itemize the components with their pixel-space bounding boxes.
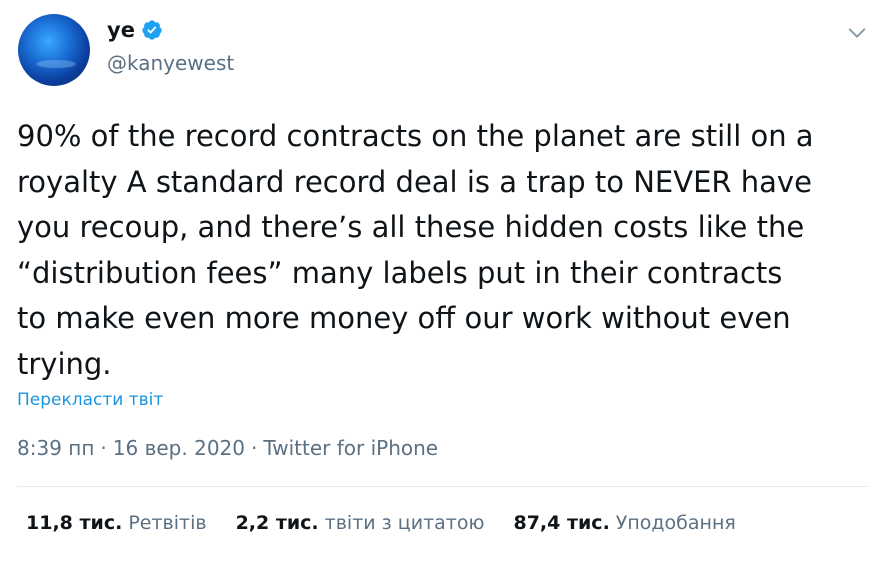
retweets-label: Ретвітів	[128, 512, 207, 534]
tweet-meta: 8:39 пп · 16 вер. 2020 · Twitter for iPh…	[17, 436, 438, 460]
tweet-line: royalty A standard record deal is a trap…	[17, 164, 812, 199]
retweets-count: 11,8 тис.	[26, 512, 123, 534]
likes-stat[interactable]: 87,4 тис. Уподобання	[513, 512, 735, 534]
meta-separator: ·	[100, 436, 107, 460]
likes-count: 87,4 тис.	[513, 512, 610, 534]
retweets-stat[interactable]: 11,8 тис. Ретвітів	[26, 512, 207, 534]
author-name-row: ye	[107, 18, 163, 42]
chevron-down-icon[interactable]	[846, 22, 868, 44]
quote-tweets-count: 2,2 тис.	[235, 512, 319, 534]
tweet-line: 90% of the record contracts on the plane…	[17, 119, 814, 153]
tweet-line: you recoup, and there’s all these hidden…	[17, 210, 805, 244]
tweet-time[interactable]: 8:39 пп	[17, 436, 94, 460]
likes-label: Уподобання	[615, 512, 736, 534]
quote-tweets-stat[interactable]: 2,2 тис. твіти з цитатою	[236, 512, 485, 534]
author-handle[interactable]: @kanyewest	[107, 51, 234, 75]
tweet-line: to make even more money off our work wit…	[17, 301, 791, 335]
meta-separator: ·	[251, 436, 258, 460]
tweet-date[interactable]: 16 вер. 2020	[113, 436, 245, 460]
quote-tweets-label: твіти з цитатою	[324, 512, 485, 534]
avatar[interactable]	[18, 14, 90, 86]
display-name[interactable]: ye	[107, 18, 135, 42]
tweet-text: 90% of the record contracts on the plane…	[17, 114, 879, 387]
tweet-line: “distribution fees” many labels put in t…	[17, 255, 783, 290]
tweet-source[interactable]: Twitter for iPhone	[263, 436, 438, 460]
verified-badge-icon	[142, 20, 162, 40]
tweet-stats: 11,8 тис. Ретвітів 2,2 тис. твіти з цита…	[26, 512, 736, 534]
divider	[17, 486, 869, 487]
tweet-line: trying.	[17, 346, 112, 381]
translate-tweet-link[interactable]: Перекласти твіт	[17, 390, 163, 410]
